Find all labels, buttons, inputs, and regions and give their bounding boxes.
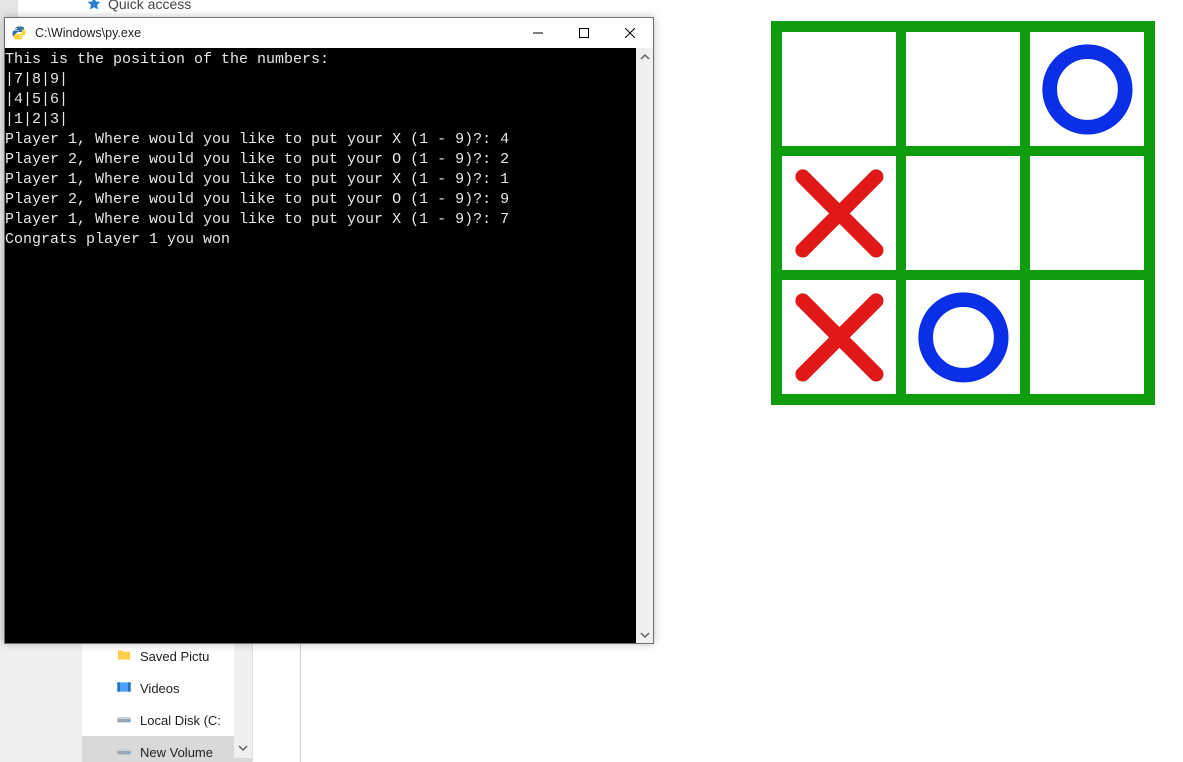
sidebar-item[interactable]: Videos bbox=[82, 672, 252, 704]
sidebar-item-label: New Volume bbox=[140, 745, 213, 760]
sidebar-item-label: Local Disk (C: bbox=[140, 713, 221, 728]
scroll-up-icon[interactable] bbox=[636, 48, 653, 65]
scroll-down-icon[interactable] bbox=[636, 626, 653, 643]
console-title: C:\Windows\py.exe bbox=[33, 26, 515, 40]
close-button[interactable] bbox=[607, 18, 653, 48]
ttt-cell-4[interactable] bbox=[782, 156, 896, 270]
folder-icon bbox=[116, 647, 132, 666]
console-window: C:\Windows\py.exe This is the position o… bbox=[4, 17, 654, 644]
console-scrollbar[interactable] bbox=[636, 48, 653, 643]
sidebar-item-label: Saved Pictu bbox=[140, 649, 209, 664]
ttt-cell-1[interactable] bbox=[782, 280, 896, 394]
chevron-down-icon[interactable] bbox=[234, 738, 252, 758]
ttt-cell-2[interactable] bbox=[906, 280, 1020, 394]
ttt-cell-9[interactable] bbox=[1030, 32, 1144, 146]
python-icon bbox=[5, 18, 33, 48]
drive-icon bbox=[116, 711, 132, 730]
ttt-cell-8[interactable] bbox=[906, 32, 1020, 146]
sidebar-item[interactable]: New Volume bbox=[82, 736, 252, 762]
ttt-cell-7[interactable] bbox=[782, 32, 896, 146]
video-icon bbox=[116, 679, 132, 698]
explorer-quick-access[interactable]: Quick access bbox=[86, 0, 191, 12]
ttt-cell-3[interactable] bbox=[1030, 280, 1144, 394]
explorer-divider bbox=[300, 640, 301, 762]
star-icon bbox=[86, 0, 102, 12]
sidebar-item[interactable]: Local Disk (C: bbox=[82, 704, 252, 736]
console-titlebar[interactable]: C:\Windows\py.exe bbox=[5, 18, 653, 48]
maximize-button[interactable] bbox=[561, 18, 607, 48]
console-body: This is the position of the numbers: |7|… bbox=[5, 48, 653, 643]
sidebar-item-label: Videos bbox=[140, 681, 180, 696]
drive-icon bbox=[116, 743, 132, 762]
console-output[interactable]: This is the position of the numbers: |7|… bbox=[5, 48, 636, 643]
sidebar-item[interactable]: Saved Pictu bbox=[82, 640, 252, 672]
tictactoe-board bbox=[771, 21, 1155, 405]
explorer-sidebar-scrollbar[interactable] bbox=[234, 640, 252, 758]
quick-access-label: Quick access bbox=[108, 0, 191, 12]
ttt-cell-5[interactable] bbox=[906, 156, 1020, 270]
explorer-sidebar-fragment: Saved Pictu Videos Local Disk (C: New Volum… bbox=[82, 640, 253, 762]
minimize-button[interactable] bbox=[515, 18, 561, 48]
ttt-cell-6[interactable] bbox=[1030, 156, 1144, 270]
